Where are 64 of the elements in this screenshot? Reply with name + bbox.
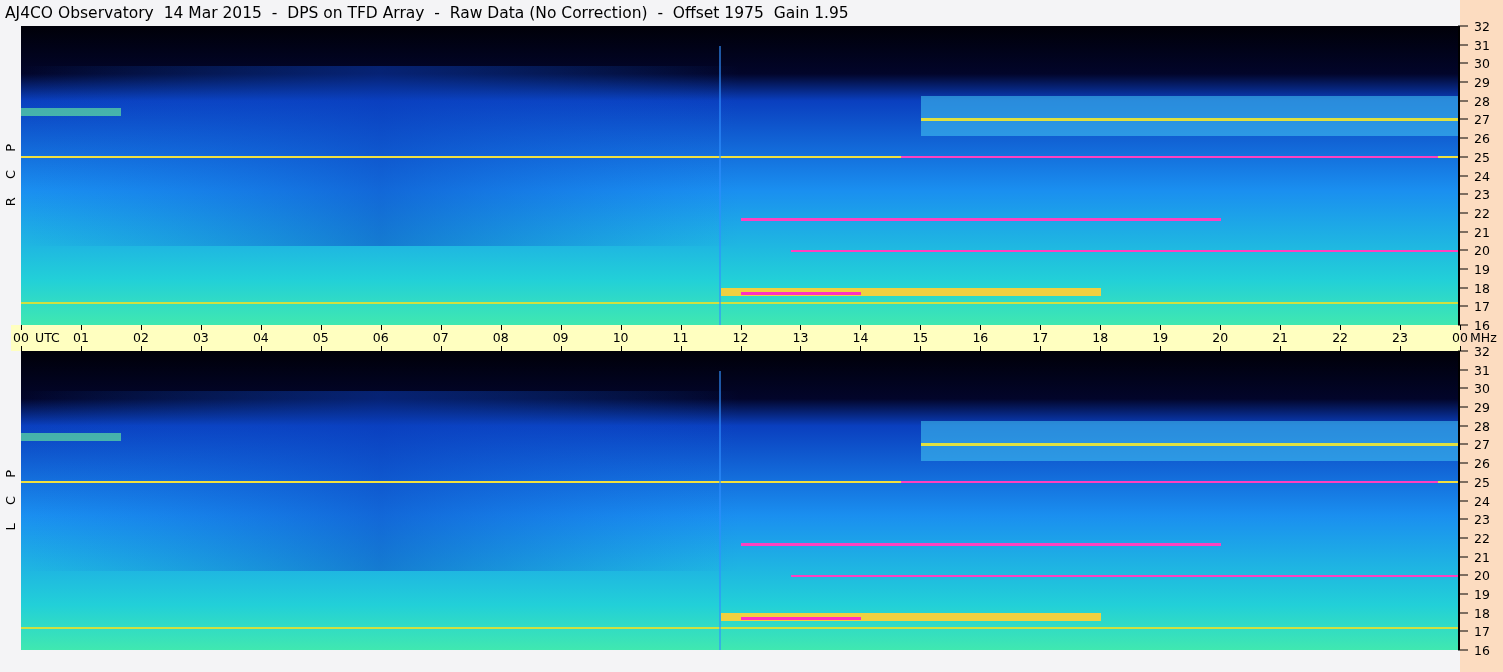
time-label: 12: [732, 330, 749, 346]
frequency-label: 25: [1474, 149, 1490, 165]
time-label: 03: [192, 330, 209, 346]
time-label: 13: [792, 330, 809, 346]
time-unit: UTC: [35, 330, 60, 346]
frequency-label: 31: [1474, 362, 1490, 378]
frequency-label: 16: [1474, 317, 1490, 333]
time-label: 11: [672, 330, 689, 346]
time-label: 22: [1332, 330, 1349, 346]
time-label: 00: [13, 330, 29, 346]
time-label: 21: [1272, 330, 1289, 346]
frequency-label: 24: [1474, 168, 1490, 183]
time-label: 20: [1212, 330, 1229, 346]
time-label: 15: [912, 330, 929, 346]
time-label: 19: [1152, 330, 1169, 346]
frequency-label: 26: [1474, 455, 1490, 471]
frequency-label: 24: [1474, 493, 1490, 508]
frequency-label: 31: [1474, 37, 1490, 53]
frequency-label: 19: [1474, 261, 1490, 277]
time-label: 01: [73, 330, 89, 346]
time-label: 17: [1032, 330, 1049, 346]
polarization-label: R C P: [3, 144, 18, 207]
frequency-label: 29: [1474, 399, 1490, 415]
frequency-label: 22: [1474, 205, 1490, 221]
time-label: 10: [612, 330, 629, 346]
frequency-label: 25: [1474, 474, 1490, 490]
frequency-label: 17: [1474, 298, 1490, 314]
frequency-label: 28: [1474, 93, 1490, 109]
frequency-label: 21: [1474, 549, 1490, 565]
frequency-label: 23: [1474, 511, 1490, 527]
frequency-label: 32: [1474, 343, 1490, 359]
frequency-label: 21: [1474, 224, 1490, 240]
time-label: 05: [312, 330, 329, 346]
frequency-label: 30: [1474, 55, 1490, 71]
time-label: 08: [492, 330, 509, 346]
frequency-label: 16: [1474, 642, 1490, 658]
frequency-label: 19: [1474, 586, 1490, 602]
time-label: 09: [552, 330, 569, 346]
frequency-label: 30: [1474, 380, 1490, 396]
frequency-label: 17: [1474, 623, 1490, 639]
time-label: 02: [132, 330, 149, 346]
polarization-label: L C P: [3, 470, 18, 531]
frequency-label: 28: [1474, 418, 1490, 434]
frequency-label: 23: [1474, 186, 1490, 202]
frequency-label: 26: [1474, 130, 1490, 146]
time-label: 06: [372, 330, 389, 346]
time-label: 04: [252, 330, 269, 346]
time-label: 23: [1392, 330, 1408, 346]
frequency-unit: MHz: [1470, 330, 1497, 346]
frequency-label: 32: [1474, 18, 1490, 34]
frequency-label: 20: [1474, 567, 1490, 583]
time-label: 18: [1092, 330, 1109, 346]
frequency-label: 27: [1474, 436, 1490, 452]
chart-title: AJ4CO Observatory 14 Mar 2015 - DPS on TFD Array - Raw Data (No Correction) - Offset 1975 Gain 1.95: [4, 3, 850, 24]
frequency-label: 18: [1474, 605, 1490, 621]
frequency-label: 20: [1474, 242, 1490, 258]
frequency-label: 29: [1474, 74, 1490, 90]
frequency-label: 22: [1474, 530, 1490, 546]
time-label: 00: [1452, 330, 1468, 346]
time-label: 07: [432, 330, 449, 346]
frequency-label: 27: [1474, 111, 1490, 127]
time-label: 14: [852, 330, 869, 346]
time-label: 16: [972, 330, 989, 346]
frequency-label: 18: [1474, 280, 1490, 296]
